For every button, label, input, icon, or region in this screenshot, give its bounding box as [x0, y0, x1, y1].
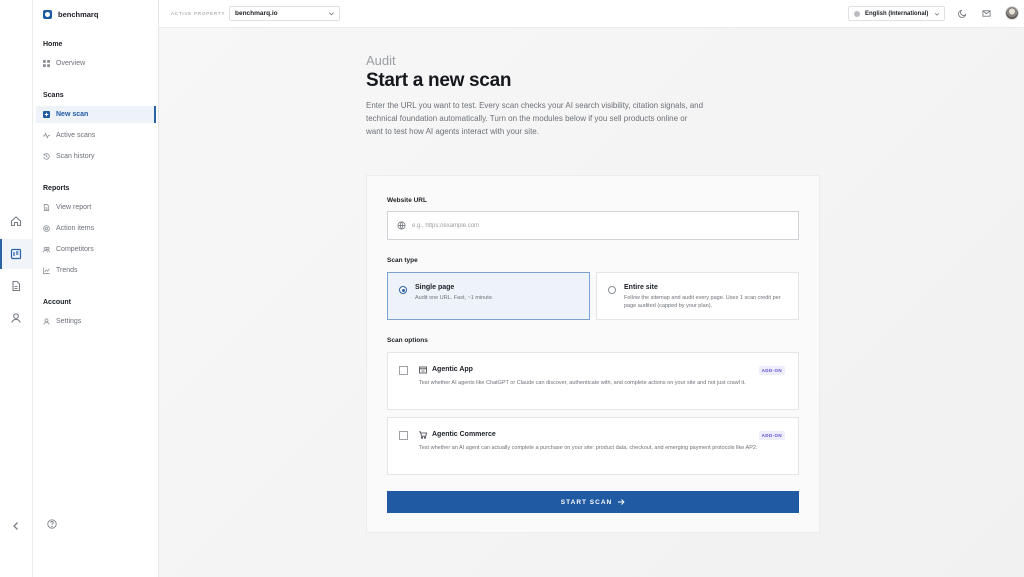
sidebar-item-competitors[interactable]: Competitors: [36, 241, 156, 258]
section-scans: Scans: [43, 92, 64, 99]
page-title: Start a new scan: [366, 70, 512, 91]
activity-icon: [43, 132, 50, 139]
help-icon[interactable]: [47, 519, 57, 529]
rail-reports-button[interactable]: [0, 271, 32, 301]
grid-icon: [43, 60, 50, 67]
main-content: Audit Start a new scan Enter the URL you…: [159, 28, 1024, 577]
home-icon: [10, 216, 22, 227]
cart-icon: [419, 431, 427, 439]
target-icon: [43, 225, 50, 232]
add-on-badge: ADD-ON: [758, 431, 785, 440]
app-icon: [419, 366, 427, 374]
rail-account-button[interactable]: [0, 303, 32, 333]
users-icon: [43, 246, 50, 253]
module-description: Test whether an AI agent can actually co…: [419, 445, 758, 451]
module-agentic-commerce[interactable]: Agentic Commerce ADD-ON Test whether an …: [387, 417, 799, 475]
sidebar-item-trends[interactable]: Trends: [36, 262, 156, 279]
moon-icon[interactable]: [958, 9, 967, 18]
add-on-badge: ADD-ON: [758, 366, 785, 375]
property-value: benchmarq.io: [235, 10, 278, 17]
sidebar-item-scan-history[interactable]: Scan history: [36, 148, 156, 165]
scan-panel-icon: [10, 248, 22, 260]
brand-name: benchmarq: [58, 10, 99, 19]
globe-icon: [854, 11, 860, 17]
agentic-commerce-checkbox[interactable]: [399, 431, 408, 440]
scan-type-single-page[interactable]: Single page Audit one URL. Fast, ~1 minu…: [387, 272, 590, 320]
brand[interactable]: benchmarq: [43, 10, 98, 19]
section-home: Home: [43, 41, 63, 48]
arrow-right-icon: [618, 499, 625, 505]
active-property-label: ACTIVE PROPERTY: [171, 11, 226, 16]
sidebar-item-active-scans[interactable]: Active scans: [36, 127, 156, 144]
sidebar-item-label: Active scans: [56, 132, 96, 139]
user-icon: [43, 318, 50, 325]
plus-square-icon: [43, 111, 50, 118]
start-scan-button[interactable]: START SCAN: [387, 491, 799, 513]
module-agentic-app[interactable]: Agentic App ADD-ON Test whether AI agent…: [387, 352, 799, 410]
document-icon: [43, 204, 50, 211]
scan-type-title: Entire site: [624, 284, 658, 291]
module-title: Agentic Commerce: [432, 431, 496, 438]
sidebar-item-settings[interactable]: Settings: [36, 313, 156, 330]
sidebar: benchmarq Home Overview Scans New scan A…: [33, 0, 159, 577]
collapse-sidebar-button[interactable]: [0, 511, 32, 541]
scan-type-label: Scan type: [387, 257, 418, 264]
website-url-field[interactable]: [387, 211, 799, 240]
chevron-down-icon: [329, 12, 334, 16]
sidebar-item-label: Scan history: [56, 153, 95, 160]
new-scan-form: Website URL Scan type Single page Audit …: [366, 175, 820, 533]
sidebar-item-view-report[interactable]: View report: [36, 199, 156, 216]
sidebar-item-new-scan[interactable]: New scan: [36, 106, 156, 123]
section-reports: Reports: [43, 185, 70, 192]
top-bar: ACTIVE PROPERTY benchmarq.io English (In…: [159, 0, 1024, 28]
scan-type-title: Single page: [415, 284, 455, 291]
section-account: Account: [43, 299, 71, 306]
page-description: Enter the URL you want to test. Every sc…: [366, 101, 704, 136]
website-url-label: Website URL: [387, 197, 427, 204]
language-value: English (International): [865, 10, 929, 17]
scan-type-description: Audit one URL. Fast, ~1 minute.: [415, 295, 494, 301]
scan-options-label: Scan options: [387, 337, 428, 344]
website-url-input[interactable]: [412, 219, 782, 233]
start-scan-label: START SCAN: [560, 498, 613, 506]
language-select[interactable]: English (International): [848, 6, 945, 21]
scan-type-entire-site[interactable]: Entire site Follow the sitemap and audit…: [596, 272, 799, 320]
radio-selected-icon[interactable]: [399, 286, 407, 294]
property-select[interactable]: benchmarq.io: [229, 6, 340, 21]
sidebar-item-overview[interactable]: Overview: [36, 55, 156, 72]
trend-chart-icon: [43, 267, 50, 274]
page-eyebrow: Audit: [366, 53, 396, 68]
agentic-app-checkbox[interactable]: [399, 366, 408, 375]
module-title: Agentic App: [432, 366, 473, 373]
rail-scans-button[interactable]: [0, 239, 32, 269]
mail-icon[interactable]: [982, 9, 991, 18]
avatar[interactable]: [1005, 6, 1019, 20]
document-icon: [12, 280, 21, 292]
rail-home-button[interactable]: [0, 206, 32, 236]
sidebar-item-label: Overview: [56, 60, 86, 67]
brand-logo-icon: [43, 10, 52, 19]
sidebar-item-label: Competitors: [56, 246, 94, 253]
chevron-down-icon: [934, 13, 940, 16]
sidebar-item-label: Trends: [56, 267, 78, 274]
sidebar-item-label: View report: [56, 204, 92, 211]
module-description: Test whether AI agents like ChatGPT or C…: [419, 380, 746, 386]
chevron-left-icon: [13, 522, 18, 530]
history-icon: [43, 153, 50, 160]
user-icon: [11, 313, 21, 323]
scan-type-description: Follow the sitemap and audit every page.…: [624, 295, 781, 309]
globe-icon: [397, 221, 406, 230]
sidebar-item-label: New scan: [56, 111, 89, 118]
sidebar-item-label: Settings: [56, 318, 82, 325]
radio-unselected-icon[interactable]: [608, 286, 616, 294]
sidebar-item-action-items[interactable]: Action items: [36, 220, 156, 237]
sidebar-item-label: Action items: [56, 225, 95, 232]
icon-rail: [0, 0, 33, 577]
